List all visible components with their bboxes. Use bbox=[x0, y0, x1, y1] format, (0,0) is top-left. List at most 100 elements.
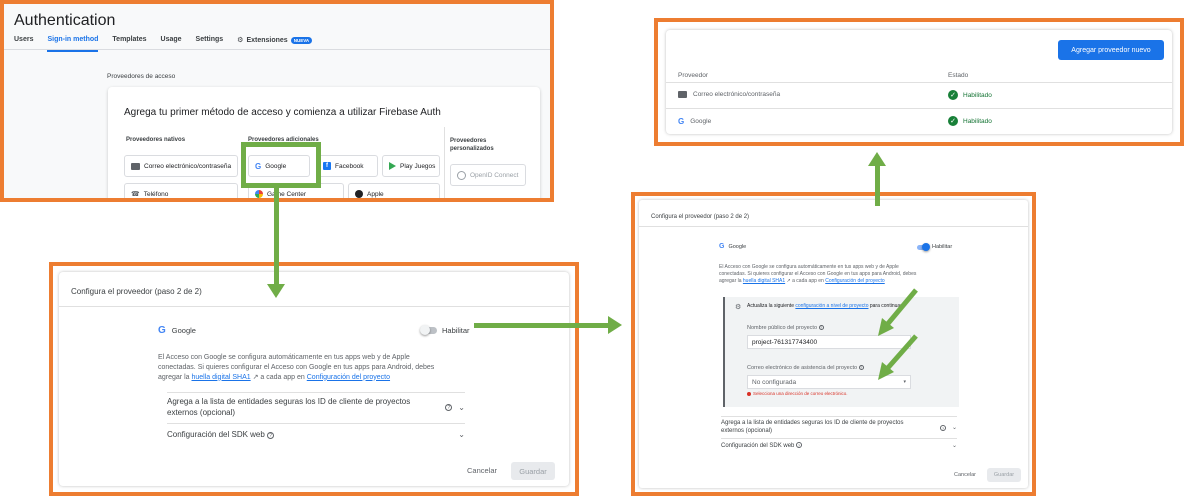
tab-bar: Users Sign-in method Templates Usage Set… bbox=[14, 36, 313, 52]
provider-email-button[interactable]: Correo electrónico/contraseña bbox=[124, 155, 238, 177]
email-error: Selecciona una dirección de correo elect… bbox=[747, 391, 848, 396]
add-provider-button[interactable]: Agregar proveedor nuevo bbox=[1058, 40, 1164, 60]
check-circle-icon: ✓ bbox=[948, 116, 958, 126]
arrow-down-head bbox=[267, 284, 285, 298]
table-row[interactable]: Correo electrónico/contraseña ✓ Habilita… bbox=[666, 82, 1172, 108]
provider-label: OpenID Connect bbox=[470, 171, 519, 179]
facebook-icon: f bbox=[323, 162, 331, 170]
provider-row: G Google bbox=[158, 325, 196, 336]
google-icon: G bbox=[719, 243, 725, 250]
dialog-header: Configura el proveedor (paso 2 de 2) bbox=[651, 214, 750, 220]
provider-apple-button[interactable]: Apple bbox=[348, 183, 440, 198]
trusted-client-ids-expander[interactable]: Agrega a la lista de entidades seguras l… bbox=[167, 392, 465, 422]
arrow-up-head bbox=[868, 152, 886, 166]
header-divider bbox=[59, 306, 569, 307]
help-icon[interactable]: ? bbox=[445, 404, 453, 411]
providers-table-panel: Agregar proveedor nuevo Proveedor Estado… bbox=[654, 18, 1184, 146]
pointer-arrow-2 bbox=[884, 334, 918, 372]
auth-signin-panel: Authentication Users Sign-in method Temp… bbox=[0, 0, 554, 202]
cancel-button[interactable]: Cancelar bbox=[954, 472, 976, 478]
column-header-status: Estado bbox=[948, 72, 969, 79]
toggle-label: Habilitar bbox=[442, 326, 470, 335]
trusted-client-ids-expander[interactable]: Agrega a la lista de entidades seguras l… bbox=[721, 416, 957, 438]
web-sdk-config-expander[interactable]: Configuración del SDK web ? ⌄ bbox=[721, 438, 957, 452]
section-label: Proveedores de acceso bbox=[107, 73, 176, 80]
field-label-text: Correo electrónico de asistencia del pro… bbox=[747, 365, 858, 371]
tab-settings[interactable]: Settings bbox=[196, 36, 224, 48]
description-text: a cada app en bbox=[260, 373, 305, 381]
tab-templates[interactable]: Templates bbox=[112, 36, 146, 48]
card-title: Agrega tu primer método de acceso y comi… bbox=[124, 107, 441, 118]
arrow-down-shaft bbox=[274, 184, 279, 284]
description-text: a cada app en bbox=[792, 278, 824, 284]
arrow-up-shaft bbox=[875, 166, 880, 206]
enable-toggle[interactable]: Habilitar bbox=[420, 325, 470, 335]
description-line: El Acceso con Google se configura automá… bbox=[719, 264, 899, 270]
provider-row: G Google bbox=[719, 243, 746, 250]
provider-label: Teléfono bbox=[143, 190, 169, 198]
external-link-icon: ↗ bbox=[786, 278, 791, 284]
provider-label: Apple bbox=[367, 190, 384, 198]
save-button[interactable]: Guardar bbox=[987, 468, 1021, 482]
tab-usage[interactable]: Usage bbox=[161, 36, 182, 48]
help-icon[interactable]: ? bbox=[939, 424, 946, 431]
help-icon[interactable]: ? bbox=[796, 442, 803, 448]
configure-provider-panel-enabled: Configura el proveedor (paso 2 de 2) G G… bbox=[631, 192, 1036, 496]
google-icon: G bbox=[678, 117, 685, 126]
provider-play-games-button[interactable]: Play Juegos bbox=[382, 155, 440, 177]
web-sdk-config-expander[interactable]: Configuración del SDK web ? ⌄ bbox=[167, 423, 465, 445]
provider-cell: G Google bbox=[678, 117, 711, 126]
provider-openid-button[interactable]: OpenID Connect bbox=[450, 164, 526, 186]
expander-label: Agrega a la lista de entidades seguras l… bbox=[167, 397, 411, 417]
enable-toggle[interactable]: Habilitar bbox=[917, 243, 952, 251]
notice-text-pre: Actualiza la siguiente bbox=[747, 303, 794, 309]
project-level-config-link[interactable]: configuración a nivel de proyecto bbox=[795, 303, 868, 309]
column-header-provider: Proveedor bbox=[678, 72, 708, 79]
description-text: agregar la bbox=[719, 278, 742, 284]
tab-sign-in-method[interactable]: Sign-in method bbox=[47, 36, 98, 52]
arrow-right-head bbox=[608, 316, 622, 334]
provider-name: Google bbox=[690, 118, 712, 125]
openid-icon bbox=[457, 170, 466, 180]
mail-icon bbox=[678, 91, 687, 98]
tab-extensions[interactable]: ⚙ Extensiones NUEVA bbox=[237, 36, 313, 48]
chevron-down-icon: ⌄ bbox=[458, 403, 465, 412]
select-value: No configurada bbox=[752, 378, 797, 386]
toggle-knob bbox=[420, 325, 430, 335]
project-settings-link[interactable]: Configuración del proyecto bbox=[307, 374, 390, 381]
pointer-arrows bbox=[878, 288, 918, 380]
apple-icon bbox=[355, 190, 363, 198]
google-icon: G bbox=[158, 325, 166, 336]
tab-users[interactable]: Users bbox=[14, 36, 33, 48]
sha1-link[interactable]: huella digital SHA1 bbox=[743, 278, 785, 284]
custom-providers-heading: Proveedores personalizados bbox=[450, 138, 494, 153]
error-icon bbox=[747, 391, 751, 396]
status-cell: ✓ Habilitado bbox=[948, 116, 992, 126]
sha1-link[interactable]: huella digital SHA1 bbox=[191, 374, 250, 381]
pointer-arrow-1 bbox=[884, 288, 918, 328]
provider-facebook-button[interactable]: f Facebook bbox=[316, 155, 378, 177]
field-label-text: Nombre público del proyecto bbox=[747, 325, 818, 331]
expander-label: Configuración del SDK web ? bbox=[721, 442, 946, 449]
chevron-down-icon: ⌄ bbox=[951, 425, 957, 431]
page-title: Authentication bbox=[14, 12, 116, 29]
extensions-icon: ⚙ bbox=[237, 37, 244, 44]
help-icon[interactable]: ? bbox=[267, 432, 275, 439]
cancel-button[interactable]: Cancelar bbox=[467, 466, 497, 475]
status-text: Habilitado bbox=[963, 117, 992, 125]
help-icon[interactable]: ? bbox=[858, 365, 864, 370]
provider-phone-button[interactable]: ☎ Teléfono bbox=[124, 183, 238, 198]
provider-name: Google bbox=[171, 326, 196, 335]
game-center-icon bbox=[255, 190, 263, 198]
gear-icon: ⚙ bbox=[735, 304, 742, 311]
description-line: El Acceso con Google se configura automá… bbox=[158, 354, 410, 361]
native-providers-heading: Proveedores nativos bbox=[126, 137, 186, 143]
external-link-icon: ↗ bbox=[252, 373, 259, 381]
help-icon[interactable]: ? bbox=[818, 325, 824, 330]
table-row[interactable]: G Google ✓ Habilitado bbox=[666, 108, 1172, 134]
provider-cell: Correo electrónico/contraseña bbox=[678, 91, 780, 98]
toggle-knob bbox=[922, 243, 930, 251]
mail-icon bbox=[131, 162, 140, 170]
save-button[interactable]: Guardar bbox=[511, 462, 555, 480]
status-text: Habilitado bbox=[963, 91, 992, 99]
